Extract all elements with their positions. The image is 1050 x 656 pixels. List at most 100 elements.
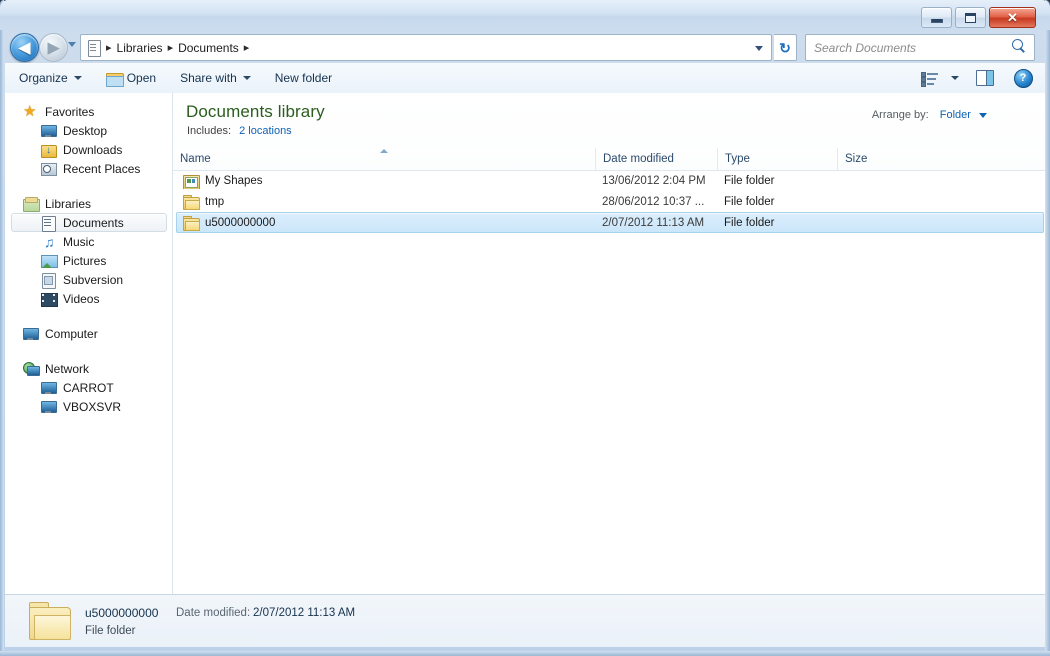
address-bar-row: ◀ ▶ ▸ Libraries ▸ Documents ▸ ↻ Search D… xyxy=(0,30,1050,63)
sidebar-item-documents[interactable]: Documents xyxy=(5,213,172,232)
favorites-star-icon: ★ xyxy=(23,102,37,120)
row-type-cell: File folder xyxy=(724,174,775,187)
details-date-modified-value: 2/07/2012 11:13 AM xyxy=(253,607,356,619)
change-view-button[interactable] xyxy=(915,66,943,90)
documents-icon xyxy=(41,215,57,232)
address-dropdown-icon[interactable] xyxy=(755,46,763,51)
downloads-icon: ↓ xyxy=(41,142,57,158)
share-with-button[interactable]: Share with xyxy=(170,66,261,90)
sidebar-item-desktop[interactable]: Desktop xyxy=(5,121,172,140)
locations-link[interactable]: 2 locations xyxy=(239,125,292,137)
breadcrumb-separator-1[interactable]: ▸ xyxy=(168,41,174,54)
arrange-by-label: Arrange by: xyxy=(871,109,929,121)
sidebar-item-vboxsvr[interactable]: VBOXSVR xyxy=(5,397,172,416)
maximize-button[interactable] xyxy=(955,7,986,28)
sidebar-label: Music xyxy=(63,234,95,249)
table-row[interactable]: u5000000000 2/07/2012 11:13 AM File fold… xyxy=(173,212,1045,233)
sidebar-item-computer[interactable]: Computer xyxy=(5,324,172,343)
sidebar-item-subversion[interactable]: Subversion xyxy=(5,270,172,289)
subversion-icon xyxy=(41,272,57,289)
sidebar-label: Computer xyxy=(45,326,98,341)
computer-icon xyxy=(41,380,57,396)
details-date-modified-label: Date modified: xyxy=(176,607,251,619)
sidebar-label: CARROT xyxy=(63,380,114,395)
file-name: u5000000000 xyxy=(205,216,276,229)
sidebar-item-carrot[interactable]: CARROT xyxy=(5,378,172,397)
sidebar-label: Recent Places xyxy=(63,161,141,176)
file-list-pane: Documents library Includes: 2 locations … xyxy=(173,93,1045,594)
column-header-date-modified[interactable]: Date modified xyxy=(595,148,717,170)
sidebar-label: VBOXSVR xyxy=(63,399,122,414)
row-type-cell: File folder xyxy=(724,216,775,229)
sidebar-item-favorites[interactable]: ★ Favorites xyxy=(5,102,172,121)
row-name-cell: tmp xyxy=(173,194,595,210)
sidebar-item-videos[interactable]: Videos xyxy=(5,289,172,308)
column-header-type[interactable]: Type xyxy=(717,148,837,170)
library-header: Documents library Includes: 2 locations … xyxy=(173,93,1045,148)
breadcrumb-separator-0: ▸ xyxy=(106,42,112,54)
help-button[interactable]: ? xyxy=(1009,66,1037,90)
sidebar-item-downloads[interactable]: ↓ Downloads xyxy=(5,140,172,159)
chevron-down-icon[interactable] xyxy=(979,113,987,118)
open-label: Open xyxy=(126,71,157,85)
arrange-by-value[interactable]: Folder xyxy=(940,109,971,121)
title-bar: ✕ xyxy=(0,0,1050,30)
sidebar-label: Downloads xyxy=(63,142,123,157)
forward-button[interactable]: ▶ xyxy=(39,33,68,62)
column-header-name[interactable]: Name xyxy=(173,148,595,170)
preview-pane-button[interactable] xyxy=(971,66,999,90)
sort-ascending-icon xyxy=(380,149,388,153)
window-border-left xyxy=(0,0,4,656)
preview-pane-icon xyxy=(976,70,994,86)
network-globe-icon xyxy=(23,361,40,377)
column-header-size[interactable]: Size xyxy=(837,148,917,170)
explorer-window: ✕ ◀ ▶ ▸ Libraries ▸ Documents ▸ ↻ Search… xyxy=(0,0,1050,656)
recent-places-icon xyxy=(41,161,57,177)
sidebar-item-libraries[interactable]: Libraries xyxy=(5,194,172,213)
back-button[interactable]: ◀ xyxy=(10,33,39,62)
sidebar-label: Desktop xyxy=(63,123,108,138)
chevron-down-icon xyxy=(242,76,251,80)
window-border-right xyxy=(1045,0,1050,656)
breadcrumb-separator-2[interactable]: ▸ xyxy=(244,41,250,54)
sidebar-item-music[interactable]: ♫ Music xyxy=(5,232,172,251)
file-name: My Shapes xyxy=(205,174,263,187)
table-row[interactable]: tmp 28/06/2012 10:37 ... File folder xyxy=(173,191,1045,212)
forward-arrow-icon: ▶ xyxy=(47,39,60,56)
sidebar-label: Pictures xyxy=(63,253,107,268)
search-box[interactable]: Search Documents xyxy=(805,34,1035,61)
minimize-button[interactable] xyxy=(921,7,952,28)
column-label: Date modified xyxy=(603,153,674,165)
refresh-button[interactable]: ↻ xyxy=(774,34,797,61)
computer-icon xyxy=(23,326,39,342)
column-label: Name xyxy=(180,153,211,165)
details-name: u5000000000 xyxy=(85,606,159,620)
row-date-cell: 28/06/2012 10:37 ... xyxy=(602,195,705,208)
search-input[interactable]: Search Documents xyxy=(814,41,916,55)
help-icon: ? xyxy=(1013,68,1033,88)
music-icon: ♫ xyxy=(44,233,55,250)
table-row[interactable]: My Shapes 13/06/2012 2:04 PM File folder xyxy=(173,170,1045,191)
arrange-by: Arrange by: Folder xyxy=(872,109,987,121)
view-chevron-down-icon[interactable] xyxy=(951,76,959,80)
sidebar-item-network[interactable]: Network xyxy=(5,359,172,378)
command-toolbar: Organize Open Share with New folder ? xyxy=(5,63,1045,94)
open-button[interactable]: Open xyxy=(96,66,166,90)
breadcrumb-item-libraries[interactable]: Libraries xyxy=(117,41,163,55)
sidebar-item-pictures[interactable]: Pictures xyxy=(5,251,172,270)
row-name-cell: My Shapes xyxy=(173,173,595,189)
libraries-icon xyxy=(23,196,40,212)
my-shapes-folder-icon xyxy=(183,173,200,189)
recent-pages-dropdown-icon[interactable] xyxy=(68,42,76,47)
new-folder-button[interactable]: New folder xyxy=(265,66,342,90)
row-type-cell: File folder xyxy=(724,195,775,208)
view-list-icon xyxy=(920,71,938,87)
address-bar[interactable]: ▸ Libraries ▸ Documents ▸ xyxy=(80,34,772,61)
library-icon xyxy=(86,39,101,57)
sidebar-item-recent-places[interactable]: Recent Places xyxy=(5,159,172,178)
organize-button[interactable]: Organize xyxy=(9,66,92,90)
folder-icon-large xyxy=(29,602,71,640)
breadcrumb-item-documents[interactable]: Documents xyxy=(178,41,239,55)
close-button[interactable]: ✕ xyxy=(989,7,1036,28)
